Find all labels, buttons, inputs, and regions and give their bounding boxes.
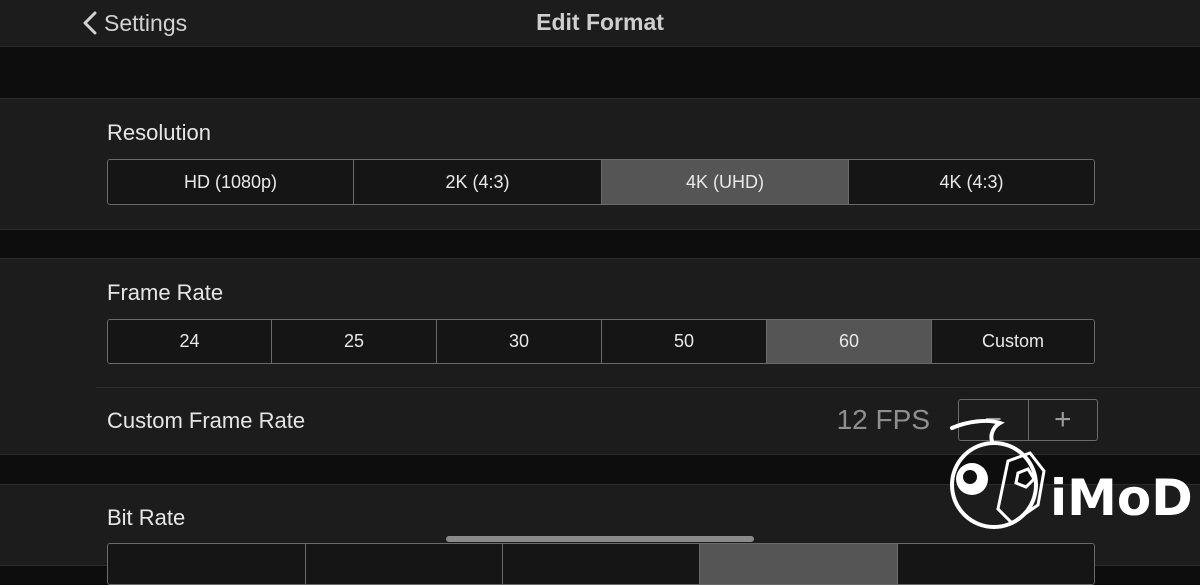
navigation-bar: Settings Edit Format (0, 0, 1200, 47)
frame-rate-option-60[interactable]: 60 (766, 320, 931, 363)
frame-rate-option-custom[interactable]: Custom (931, 320, 1094, 363)
resolution-segmented-control: HD (1080p) 2K (4:3) 4K (UHD) 4K (4:3) (107, 159, 1095, 205)
imod-watermark-logo: iMoD (948, 413, 1198, 546)
frame-rate-segmented-control: 24 25 30 50 60 Custom (107, 319, 1095, 364)
bit-rate-label: Bit Rate (107, 505, 186, 530)
home-indicator[interactable] (446, 536, 754, 542)
bit-rate-option[interactable] (305, 544, 502, 584)
bit-rate-option[interactable] (897, 544, 1094, 584)
frame-rate-option-30[interactable]: 30 (436, 320, 601, 363)
custom-frame-rate-value: 12 FPS (836, 404, 930, 435)
resolution-label: Resolution (107, 120, 211, 145)
bit-rate-option[interactable] (502, 544, 699, 584)
frame-rate-option-24[interactable]: 24 (108, 320, 271, 363)
mascot-icon: iMoD (950, 418, 1193, 529)
custom-frame-rate-label: Custom Frame Rate (107, 408, 306, 433)
frame-rate-option-25[interactable]: 25 (271, 320, 436, 363)
bit-rate-option[interactable] (699, 544, 897, 584)
bit-rate-option[interactable] (108, 544, 305, 584)
page-title: Edit Format (536, 9, 664, 35)
frame-rate-option-50[interactable]: 50 (601, 320, 766, 363)
frame-rate-label: Frame Rate (107, 280, 224, 305)
watermark-text: iMoD (1050, 469, 1193, 527)
resolution-option-hd-1080p[interactable]: HD (1080p) (108, 160, 353, 204)
resolution-option-4k-4-3[interactable]: 4K (4:3) (848, 160, 1094, 204)
bit-rate-segmented-control (107, 543, 1095, 585)
row-divider (96, 387, 1200, 388)
resolution-option-2k-4-3[interactable]: 2K (4:3) (353, 160, 601, 204)
resolution-option-4k-uhd[interactable]: 4K (UHD) (601, 160, 848, 204)
